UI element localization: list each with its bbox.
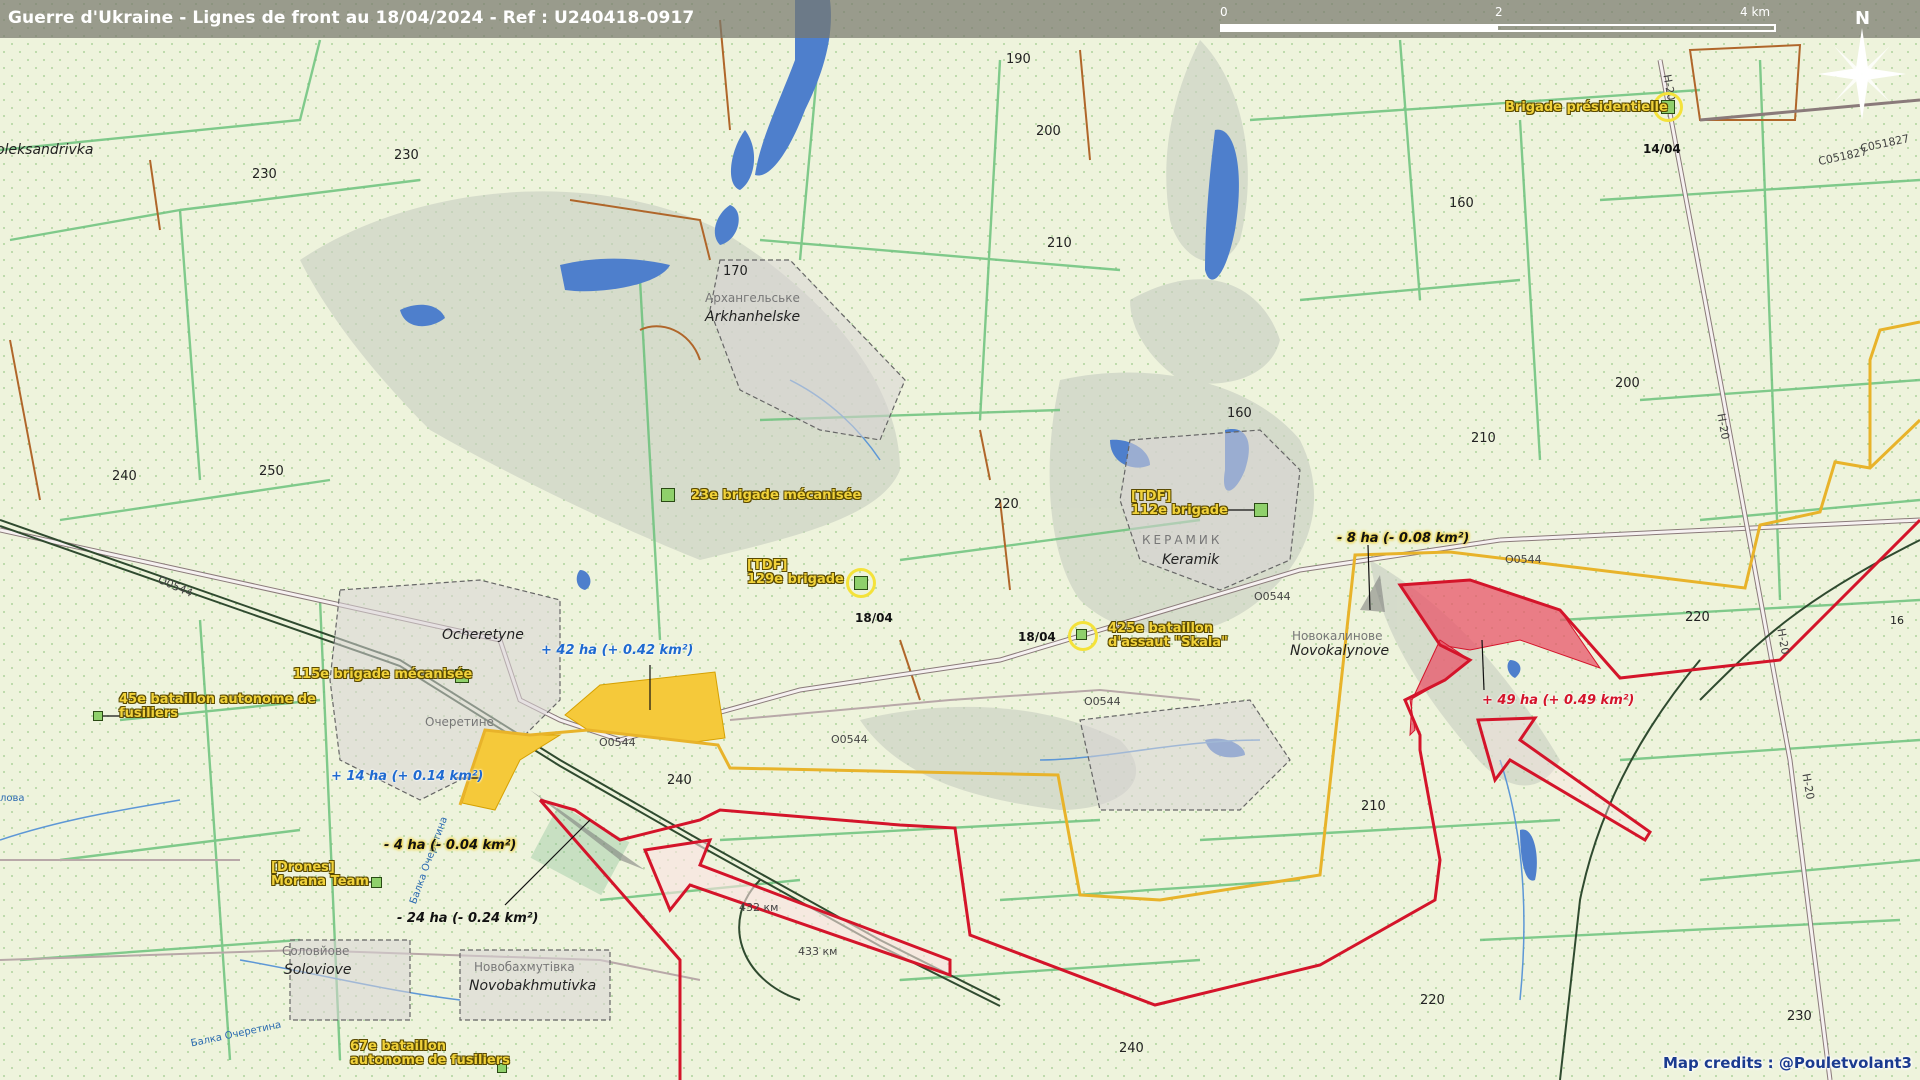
altitude-label: 200 bbox=[1036, 124, 1061, 139]
scale-bar: 0 2 4 km bbox=[1220, 4, 1776, 34]
altitude-label: 220 bbox=[994, 497, 1019, 512]
unit-symbol-icon[interactable] bbox=[1076, 629, 1087, 640]
rail-km-label: 432 км bbox=[739, 901, 779, 914]
altitude-label: 210 bbox=[1047, 236, 1072, 251]
unit-45e-fusiliers: fusiliers bbox=[119, 706, 178, 721]
place-novobakhmutivka-cyrillic: Новобахмутівка bbox=[474, 960, 575, 974]
place-ocheretyne: Ocheretyne bbox=[442, 627, 524, 643]
altitude-label: 200 bbox=[1615, 376, 1640, 391]
altitude-label: 230 bbox=[1787, 1009, 1812, 1024]
altitude-label: 220 bbox=[1420, 993, 1445, 1008]
unit-425e-bataillon: 425e bataillon bbox=[1108, 621, 1214, 636]
unit-morana-team: Morana Team bbox=[271, 874, 369, 889]
place-keramik-cyrillic: КЕРАМИК bbox=[1142, 533, 1223, 547]
altitude-label: 170 bbox=[723, 264, 748, 279]
unit-115e-brigade: 115e brigade mécanisée bbox=[293, 667, 473, 682]
scale-label-0: 0 bbox=[1220, 5, 1228, 19]
unit-symbol-icon[interactable] bbox=[661, 488, 675, 502]
unit-drones-tag: [Drones] bbox=[271, 860, 335, 875]
place-novokalynove-cyrillic: Новокалинове bbox=[1292, 629, 1383, 643]
unit-date: 18/04 bbox=[1018, 630, 1056, 644]
unit-112e-tag: [TDF] bbox=[1131, 489, 1172, 504]
unit-date: 18/04 bbox=[855, 611, 893, 625]
altitude-label: 240 bbox=[667, 773, 692, 788]
place-arkhanhelske-cyrillic: Архангельське bbox=[705, 291, 800, 305]
altitude-label: 250 bbox=[259, 464, 284, 479]
altitude-label: 240 bbox=[1119, 1041, 1144, 1056]
altitude-label: 230 bbox=[394, 148, 419, 163]
road-label: O0544 bbox=[1254, 590, 1291, 603]
place-soloviove: Soloviove bbox=[284, 962, 352, 978]
unit-129e-brigade: 129e brigade bbox=[747, 572, 844, 587]
stream-label: лова bbox=[0, 793, 25, 804]
edge-label: 16 bbox=[1890, 614, 1904, 627]
place-novokalynove: Novokalynove bbox=[1290, 643, 1390, 659]
road-label: O0544 bbox=[1084, 695, 1121, 708]
altitude-label: 160 bbox=[1227, 406, 1252, 421]
unit-symbol-icon[interactable] bbox=[854, 576, 868, 590]
unit-67e-fusiliers: autonome de fusiliers bbox=[350, 1053, 510, 1068]
scale-bar-fill bbox=[1220, 24, 1498, 32]
unit-425e-skala: d'assaut "Skala" bbox=[1108, 635, 1228, 650]
map-credits: Map credits : @Pouletvolant3 bbox=[1663, 1054, 1912, 1072]
altitude-label: 160 bbox=[1449, 196, 1474, 211]
unit-129e-tag: [TDF] bbox=[747, 558, 788, 573]
compass-star-icon bbox=[1818, 28, 1906, 120]
scale-label-2: 2 bbox=[1495, 5, 1503, 19]
place-ocheretyne-cyrillic: Очеретине bbox=[425, 715, 494, 729]
road-label: O0544 bbox=[1505, 553, 1542, 566]
unit-67e-bataillon: 67e bataillon bbox=[350, 1039, 447, 1054]
unit-symbol-icon[interactable] bbox=[1254, 503, 1268, 517]
unit-45e-bataillon: 45e bataillon autonome de bbox=[119, 692, 316, 707]
unit-23e-brigade: 23e brigade mécanisée bbox=[691, 488, 862, 503]
place-arkhanhelske: Arkhanhelske bbox=[705, 309, 801, 325]
altitude-label: 240 bbox=[112, 469, 137, 484]
road-label: O0544 bbox=[831, 733, 868, 746]
map-title: Guerre d'Ukraine - Lignes de front au 18… bbox=[8, 8, 695, 28]
field-dots bbox=[0, 0, 1920, 1080]
map-canvas[interactable] bbox=[0, 0, 1920, 1080]
map-view[interactable]: Guerre d'Ukraine - Lignes de front au 18… bbox=[0, 0, 1920, 1080]
unit-symbol-icon[interactable] bbox=[93, 711, 103, 721]
rail-km-label: 433 км bbox=[798, 945, 838, 958]
place-novobakhmutivka: Novobakhmutivka bbox=[469, 978, 597, 994]
unit-112e-brigade: 112e brigade bbox=[1131, 503, 1228, 518]
ukraine-loss-label: - 24 ha (- 0.24 km²) bbox=[397, 911, 539, 926]
unit-date: 14/04 bbox=[1643, 142, 1681, 156]
unit-brigade-presidentielle: Brigade présidentielle bbox=[1505, 100, 1668, 115]
unit-symbol-icon[interactable] bbox=[371, 877, 382, 888]
ukraine-gain-label: + 14 ha (+ 0.14 km²) bbox=[331, 769, 484, 784]
ukraine-loss-label: - 4 ha (- 0.04 km²) bbox=[384, 838, 517, 853]
road-label: O0544 bbox=[599, 736, 636, 749]
place-keramik: Keramik bbox=[1162, 552, 1220, 568]
altitude-label: 210 bbox=[1471, 431, 1496, 446]
altitude-label: 230 bbox=[252, 167, 277, 182]
place-oleksandrivka: oleksandrivka bbox=[0, 142, 94, 158]
north-arrow: N bbox=[1812, 6, 1912, 126]
altitude-label: 210 bbox=[1361, 799, 1386, 814]
altitude-label: 220 bbox=[1685, 610, 1710, 625]
place-soloviove-cyrillic: Соловйове bbox=[282, 944, 350, 958]
scale-label-4: 4 km bbox=[1740, 5, 1771, 19]
ukraine-gain-label: + 42 ha (+ 0.42 km²) bbox=[541, 643, 694, 658]
altitude-label: 190 bbox=[1006, 52, 1031, 67]
russia-gain-label: + 49 ha (+ 0.49 km²) bbox=[1482, 693, 1635, 708]
ukraine-loss-label: - 8 ha (- 0.08 km²) bbox=[1337, 531, 1470, 546]
